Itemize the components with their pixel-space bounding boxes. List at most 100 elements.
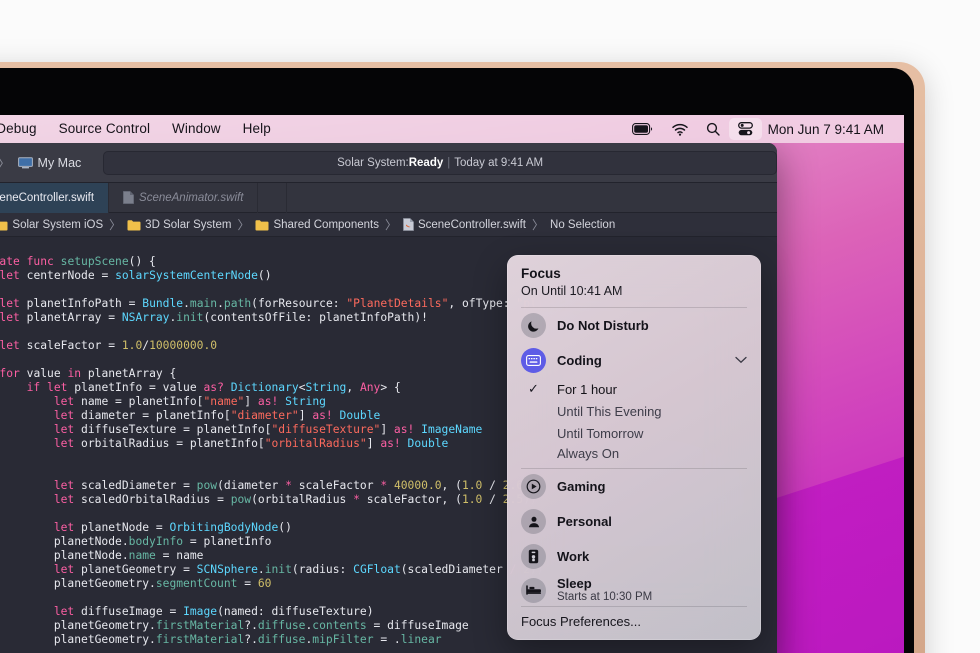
code-token: = name	[155, 549, 204, 562]
code-token: init	[176, 311, 204, 324]
focus-mode-coding[interactable]: Coding	[507, 343, 761, 378]
focus-option-label: Always On	[557, 446, 620, 461]
code-token: setupScene	[60, 255, 129, 268]
code-token: *	[285, 479, 299, 492]
code-token: planetGeometry.	[53, 633, 156, 646]
breadcrumb-label: SceneController.swift	[417, 218, 526, 231]
code-token: ]	[380, 423, 394, 436]
focus-title: Focus	[521, 266, 561, 281]
menu-item-window[interactable]: Window	[161, 115, 232, 143]
code-token: *	[380, 479, 394, 492]
code-token: if let	[26, 381, 75, 394]
code-token: Double	[407, 437, 449, 450]
focus-option-always-on[interactable]: Always On	[507, 444, 761, 468]
focus-mode-work[interactable]: Work	[507, 539, 761, 574]
search-icon[interactable]	[697, 118, 729, 140]
destination-selector[interactable]: My Mac	[17, 156, 81, 170]
code-token: (scaledDiameter	[400, 563, 510, 576]
code-token: planetNode =	[81, 521, 170, 534]
code-token: Bundle	[142, 297, 184, 310]
focus-mode-label: Gaming	[557, 479, 606, 494]
code-token: centerNode =	[26, 269, 116, 282]
folder-icon	[0, 220, 8, 230]
focus-option-until-this-evening[interactable]: Until This Evening	[507, 400, 761, 422]
code-token: let	[53, 409, 82, 422]
breadcrumb-label: 3D Solar System	[145, 218, 232, 231]
code-token: CGFloat	[353, 563, 401, 576]
control-center-icon[interactable]	[728, 118, 762, 140]
folder-icon	[255, 219, 269, 230]
breadcrumb-item-3d-solar-system[interactable]: 3D Solar System	[127, 219, 231, 231]
focus-option-until-tomorrow[interactable]: Until Tomorrow	[507, 422, 761, 444]
code-token: let	[53, 437, 82, 450]
menu-bar-clock[interactable]: Mon Jun 7 9:41 AM	[762, 122, 896, 137]
code-token: scaleFactor	[298, 479, 381, 492]
code-token: , (	[441, 479, 462, 492]
code-line[interactable]	[0, 241, 777, 255]
focus-mode-do-not-disturb[interactable]: Do Not Disturb	[507, 308, 761, 343]
code-token: let	[53, 605, 82, 618]
focus-option-label: For 1 hour	[557, 381, 617, 397]
focus-mode-label: Coding	[557, 353, 602, 368]
code-token: planetGeometry.	[53, 577, 156, 590]
screen: tor Product Debug Source Control Window …	[0, 115, 904, 653]
tab-overflow	[258, 182, 288, 213]
wifi-icon[interactable]	[663, 118, 697, 140]
code-token: let	[53, 563, 82, 576]
focus-header: Focus On Until 10:41 AM	[507, 255, 761, 307]
code-token: ?.	[244, 633, 258, 646]
battery-icon[interactable]	[623, 118, 663, 140]
focus-mode-label: Do Not Disturb	[557, 318, 649, 333]
breadcrumb-item-selection[interactable]: No Selection	[550, 219, 615, 231]
focus-mode-personal[interactable]: Personal	[507, 504, 761, 539]
tab-scenecontroller[interactable]: SceneController.swift	[0, 182, 110, 213]
menu-item-help[interactable]: Help	[232, 115, 282, 143]
focus-mode-label: Personal	[557, 514, 612, 529]
code-token: = planetInfo	[183, 535, 272, 548]
focus-option-for-1-hour[interactable]: ✓ For 1 hour	[507, 378, 761, 400]
code-token: planetGeometry =	[81, 563, 197, 576]
code-token: "orbitalRadius"	[264, 437, 367, 450]
activity-prefix: Solar System:	[337, 156, 409, 169]
focus-option-label: Until This Evening	[557, 403, 662, 419]
focus-mode-sleep[interactable]: Sleep Starts at 10:30 PM	[507, 574, 761, 606]
code-token: planetArray =	[26, 311, 122, 324]
code-token: (diameter	[217, 479, 286, 492]
code-token: scaleFactor, (	[366, 493, 462, 506]
code-token: "diameter"	[230, 409, 299, 422]
code-token: () {	[128, 255, 156, 268]
code-token: main	[189, 297, 218, 310]
code-token: NSArray	[121, 311, 170, 324]
tab-sceneanimator[interactable]: SceneAnimator.swift	[109, 182, 259, 213]
activity-bar: |	[447, 156, 451, 169]
briefcase-icon	[521, 544, 546, 569]
code-token: let	[53, 493, 82, 506]
code-token: bodyInfo	[128, 535, 184, 548]
code-token: planetNode.	[53, 549, 129, 562]
code-token: 10000000.0	[149, 339, 218, 352]
menu-item-source-control[interactable]: Source Control	[48, 115, 161, 143]
code-token: contents	[312, 619, 367, 632]
breadcrumb-item-solar-system-ios[interactable]: Solar System iOS	[0, 219, 103, 231]
breadcrumb-separator: 〉	[109, 218, 122, 232]
breadcrumb-item-shared-components[interactable]: Shared Components	[255, 219, 379, 231]
breadcrumb-item-file[interactable]: SceneController.swift	[403, 218, 526, 231]
tab-label: SceneAnimator.swift	[139, 191, 244, 204]
xcode-toolbar: PlanetPhysics 〉 My Mac Solar System: Rea…	[0, 143, 777, 183]
code-token: scaledOrbitalRadius =	[81, 493, 231, 506]
focus-mode-gaming[interactable]: Gaming	[507, 469, 761, 504]
focus-mode-label: Work	[557, 549, 590, 564]
chevron-down-icon[interactable]	[735, 355, 747, 367]
code-token: SCNSphere	[196, 563, 258, 576]
code-token: pow	[230, 493, 252, 506]
focus-preferences-item[interactable]: Focus Preferences...	[507, 607, 761, 638]
code-line[interactable]	[0, 647, 777, 653]
menu-item-debug[interactable]: Debug	[0, 115, 48, 143]
breadcrumb-separator: 〉	[532, 218, 545, 232]
code-token: ,	[346, 381, 360, 394]
code-token: (contentsOfFile: planetInfoPath)!	[203, 311, 428, 324]
code-token: as!	[257, 395, 286, 408]
